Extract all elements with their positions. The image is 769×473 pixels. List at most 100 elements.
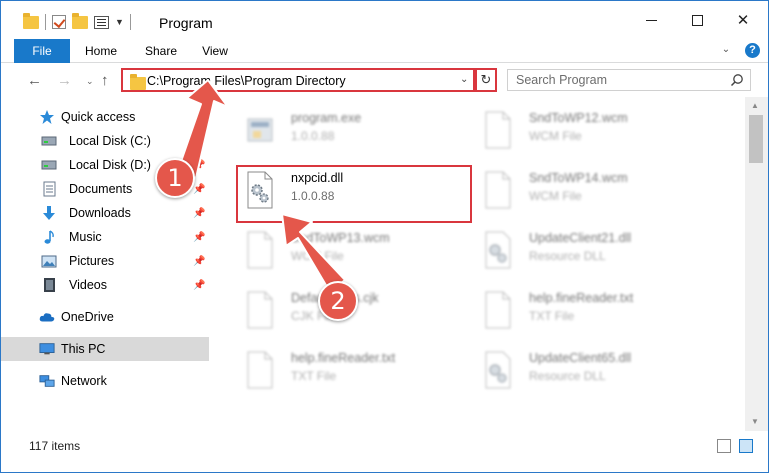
file-item[interactable]: help.fineReader.txt TXT File <box>219 345 449 403</box>
dll-gear-icon <box>485 351 511 389</box>
file-item[interactable]: UpdateClient21.dll Resource DLL <box>457 225 687 283</box>
toolbar-separator <box>45 14 46 30</box>
customize-toolbar-dropdown-icon[interactable]: ▼ <box>115 17 124 27</box>
details-view-icon[interactable] <box>717 439 731 453</box>
window-title: Program <box>159 15 213 31</box>
highlight-frame <box>236 165 472 223</box>
tab-home[interactable]: Home <box>81 39 121 63</box>
title-bar: ▼ Program ✕ <box>1 1 768 39</box>
disk-icon <box>41 157 57 173</box>
status-bar: 117 items <box>1 431 768 472</box>
sidebar-item-local-disk-c[interactable]: Local Disk (C:) 📌 <box>1 129 209 153</box>
pin-icon[interactable]: 📌 <box>193 208 205 219</box>
search-box[interactable]: Search Program <box>507 69 751 91</box>
tab-file[interactable]: File <box>14 39 70 63</box>
pin-icon[interactable]: 📌 <box>193 280 205 291</box>
navigation-pane: Quick access Local Disk (C:) 📌 Local Dis… <box>1 97 211 431</box>
large-icons-view-icon[interactable] <box>739 439 753 453</box>
tab-share[interactable]: Share <box>141 39 181 63</box>
sidebar-item-music[interactable]: Music 📌 <box>1 225 209 249</box>
up-button[interactable]: ↑ <box>101 72 109 89</box>
file-type: TXT File <box>529 309 575 323</box>
file-name: UpdateClient21.dll <box>529 231 632 245</box>
search-input[interactable]: Search Program <box>516 73 607 87</box>
sidebar-item-label: OneDrive <box>61 310 114 324</box>
close-icon: ✕ <box>736 12 750 29</box>
pin-icon[interactable]: 📌 <box>193 160 205 171</box>
file-icon <box>247 351 273 389</box>
sidebar-item-this-pc[interactable]: This PC <box>1 337 209 361</box>
sidebar-item-onedrive[interactable]: OneDrive <box>1 305 209 329</box>
pin-icon[interactable]: 📌 <box>193 136 205 147</box>
file-type: Resource DLL <box>529 249 606 263</box>
properties-icon[interactable] <box>94 15 109 29</box>
computer-icon <box>39 341 55 357</box>
scroll-down-icon[interactable]: ▼ <box>751 417 759 426</box>
network-icon <box>39 373 55 389</box>
cloud-icon <box>39 309 55 325</box>
close-button[interactable]: ✕ <box>720 1 766 39</box>
pin-icon[interactable]: 📌 <box>193 232 205 243</box>
scroll-up-icon[interactable]: ▲ <box>751 101 759 110</box>
sidebar-item-quick-access[interactable]: Quick access <box>1 105 209 129</box>
folder-icon <box>23 12 39 29</box>
toolbar-separator <box>129 14 131 30</box>
scrollbar-thumb[interactable] <box>749 115 763 163</box>
folder-icon <box>130 74 146 90</box>
sidebar-item-videos[interactable]: Videos 📌 <box>1 273 209 297</box>
star-icon <box>39 109 55 125</box>
pin-icon[interactable]: 📌 <box>193 184 205 195</box>
step-2-badge: 2 <box>318 281 358 321</box>
file-icon <box>247 231 273 269</box>
sidebar-item-label: Quick access <box>61 110 136 124</box>
expand-ribbon-icon[interactable]: ⌄ <box>719 43 733 57</box>
maximize-button[interactable] <box>674 1 720 39</box>
sidebar-item-label: Local Disk (D:) <box>69 158 151 172</box>
file-item[interactable]: SndToWP13.wcm WCM File <box>219 225 449 283</box>
file-name: SndToWP13.wcm <box>291 231 390 245</box>
file-type: TXT File <box>291 369 337 383</box>
file-type: WCM File <box>291 249 344 263</box>
refresh-button[interactable]: ↻ <box>475 68 497 92</box>
file-type: WCM File <box>529 189 582 203</box>
file-item[interactable]: UpdateClient65.dll Resource DLL <box>457 345 687 403</box>
file-name: UpdateClient65.dll <box>529 351 632 365</box>
pin-icon[interactable]: 📌 <box>193 256 205 267</box>
exe-icon <box>247 118 273 142</box>
pictures-icon <box>41 253 57 269</box>
download-icon <box>41 205 57 221</box>
sidebar-item-pictures[interactable]: Pictures 📌 <box>1 249 209 273</box>
file-list: program.exe 1.0.0.88 SndToWP12.wcm WCM F… <box>211 97 745 431</box>
file-item[interactable]: SndToWP12.wcm WCM File <box>457 105 687 163</box>
file-item[interactable]: program.exe 1.0.0.88 <box>219 105 449 163</box>
file-type: Resource DLL <box>529 369 606 383</box>
file-item[interactable]: SndToWP14.wcm WCM File <box>457 165 687 223</box>
sidebar-item-label: Downloads <box>69 206 131 220</box>
help-icon[interactable]: ? <box>745 43 760 58</box>
new-folder-icon[interactable] <box>72 12 88 29</box>
vertical-scrollbar[interactable]: ▲ ▼ <box>745 97 768 431</box>
ribbon-tabs: File Home Share View ⌄ ? <box>1 39 768 63</box>
refresh-icon: ↻ <box>480 72 492 87</box>
documents-icon <box>41 181 57 197</box>
forward-button[interactable]: → <box>57 72 72 89</box>
step-1-badge: 1 <box>155 158 195 198</box>
properties-check-icon[interactable] <box>52 15 66 29</box>
sidebar-item-label: Pictures <box>69 254 115 268</box>
address-path[interactable]: C:\Program Files\Program Directory <box>147 74 346 88</box>
file-icon <box>485 291 511 329</box>
recent-locations-dropdown-icon[interactable]: ⌄ <box>86 76 94 87</box>
back-button[interactable]: ← <box>27 72 42 89</box>
sidebar-item-network[interactable]: Network <box>1 369 209 393</box>
address-bar[interactable]: C:\Program Files\Program Directory ⌄ <box>121 68 475 92</box>
file-name: help.fineReader.txt <box>291 351 396 365</box>
tab-view[interactable]: View <box>197 39 233 63</box>
minimize-button[interactable] <box>628 1 674 39</box>
search-icon[interactable] <box>730 73 744 87</box>
address-dropdown-icon[interactable]: ⌄ <box>460 74 468 85</box>
sidebar-item-downloads[interactable]: Downloads 📌 <box>1 201 209 225</box>
file-name: SndToWP14.wcm <box>529 171 628 185</box>
quick-access-toolbar: ▼ <box>23 12 131 30</box>
file-item[interactable]: help.fineReader.txt TXT File <box>457 285 687 343</box>
sidebar-item-label: Videos <box>69 278 107 292</box>
